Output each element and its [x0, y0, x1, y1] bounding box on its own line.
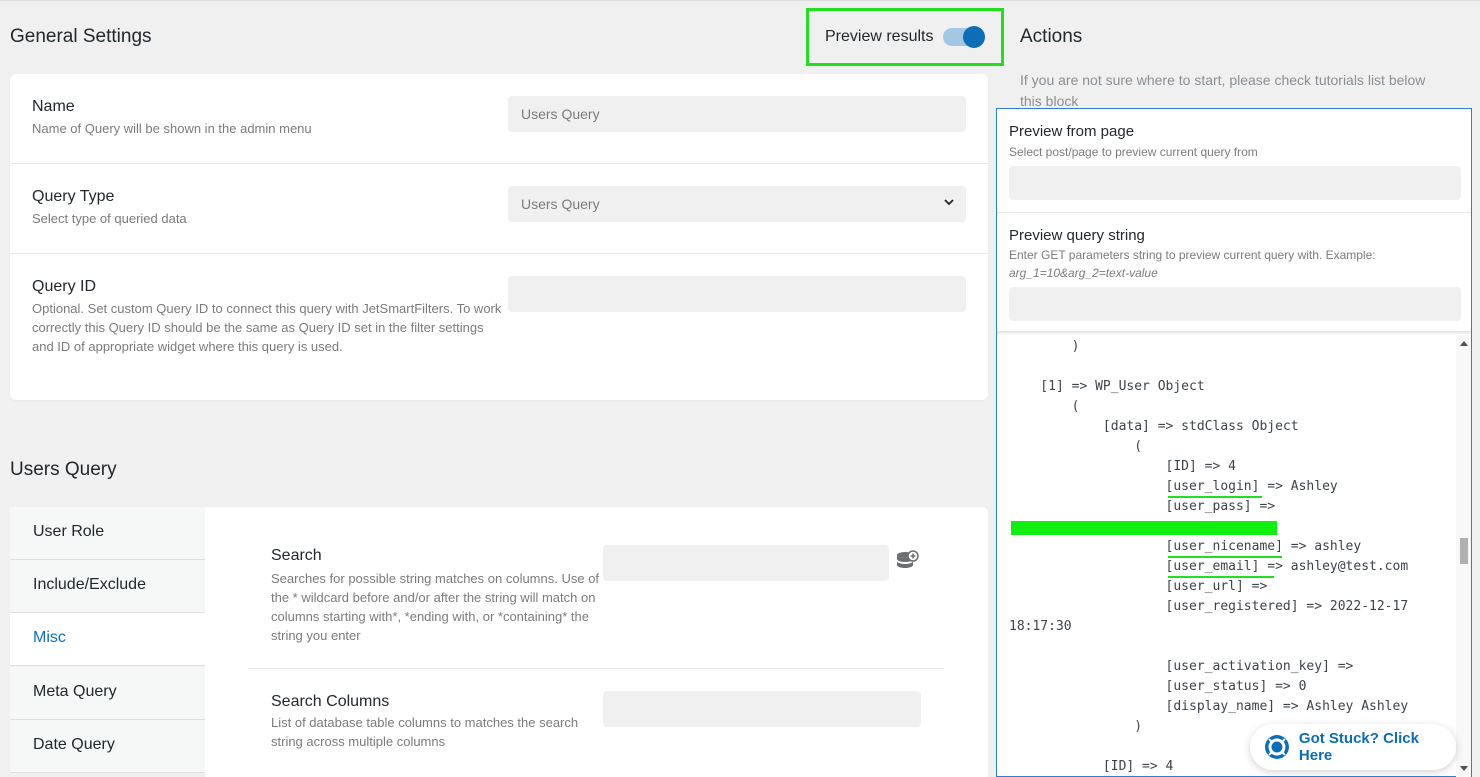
tab-misc[interactable]: Misc — [10, 613, 205, 666]
name-label: Name — [32, 98, 75, 115]
query-type-row: Query Type Select type of queried data U… — [10, 164, 988, 254]
preview-panel: Preview from page Select post/page to pr… — [996, 108, 1472, 777]
query-type-label: Query Type — [32, 188, 115, 205]
preview-results-control: Preview results — [806, 8, 1004, 66]
field-highlight — [1168, 576, 1274, 578]
preview-from-page-title: Preview from page — [1009, 123, 1135, 140]
query-id-input[interactable] — [508, 276, 966, 312]
tab-include-exclude[interactable]: Include/Exclude — [10, 560, 205, 613]
field-highlight — [1168, 556, 1282, 558]
code-line: [user_activation_key] => — [1009, 659, 1354, 674]
search-columns-input[interactable] — [603, 691, 921, 727]
code-line: ( — [1009, 399, 1080, 414]
tab-list: User Role Include/Exclude Misc Meta Quer… — [10, 507, 205, 777]
toggle-knob — [963, 26, 986, 48]
query-id-label: Query ID — [32, 278, 97, 295]
search-columns-description: List of database table columns to matche… — [271, 715, 579, 749]
code-line: [ID] => 4 — [1009, 459, 1236, 474]
search-columns-label: Search Columns — [271, 693, 390, 710]
preview-query-string-title: Preview query string — [1009, 227, 1145, 244]
query-id-description: Optional. Set custom Query ID to connect… — [32, 301, 502, 354]
name-row: Name Name of Query will be shown in the … — [10, 74, 988, 164]
tab-date-query[interactable]: Date Query — [10, 720, 205, 773]
query-type-description: Select type of queried data — [32, 211, 187, 226]
code-line: [1] => WP_User Object — [1009, 379, 1205, 394]
preview-results-label: Preview results — [825, 28, 934, 45]
query-string-desc-text: Enter GET parameters string to preview c… — [1009, 248, 1376, 262]
lifebuoy-icon — [1264, 735, 1289, 759]
scroll-down-icon[interactable] — [1460, 766, 1468, 771]
code-line: ( — [1009, 439, 1143, 454]
code-line: [user_status] => 0 — [1009, 679, 1307, 694]
code-line: [user_pass] => — [1009, 499, 1276, 514]
code-line: [user_email] => ashley@test.com — [1009, 559, 1409, 574]
top-divider — [0, 0, 1480, 1]
users-query-title: Users Query — [10, 459, 117, 480]
general-settings-title: General Settings — [10, 26, 152, 47]
query-string-example: arg_1=10&arg_2=text-value — [1009, 266, 1158, 280]
code-line: [user_login] => Ashley — [1009, 479, 1338, 494]
preview-scrollbar[interactable] — [1456, 335, 1471, 777]
name-input[interactable]: Users Query — [508, 96, 966, 132]
code-line: [data] => stdClass Object — [1009, 419, 1299, 434]
code-line: ) — [1009, 339, 1080, 354]
preview-page-select[interactable] — [1009, 166, 1461, 200]
chevron-down-icon — [944, 199, 954, 206]
code-line: [user_nicename] => ashley — [1009, 539, 1362, 554]
query-id-row: Query ID Optional. Set custom Query ID t… — [10, 254, 988, 400]
preview-divider — [997, 212, 1471, 213]
preview-query-string-input[interactable] — [1009, 287, 1461, 321]
code-line: [ID] => 4 — [1009, 759, 1174, 774]
preview-results-toggle[interactable] — [943, 26, 986, 48]
got-stuck-label: Got Stuck? Click Here — [1298, 730, 1419, 764]
panel-shadow — [997, 331, 1471, 335]
general-settings-card: Name Name of Query will be shown in the … — [10, 74, 988, 400]
fields-divider — [248, 668, 944, 669]
actions-title: Actions — [1020, 26, 1083, 47]
preview-from-page-description: Select post/page to preview current quer… — [1009, 145, 1258, 159]
query-type-select[interactable]: Users Query — [508, 186, 966, 222]
scroll-up-icon[interactable] — [1460, 341, 1468, 346]
actions-description: If you are not sure where to start, plea… — [1020, 72, 1426, 109]
redacted-password — [1011, 521, 1277, 535]
tab-meta-query[interactable]: Meta Query — [10, 667, 205, 720]
code-line: [display_name] => Ashley Ashley — [1009, 699, 1409, 714]
code-line: [user_registered] => 2022-12-17 — [1009, 599, 1409, 614]
got-stuck-button[interactable]: Got Stuck? Click Here — [1250, 724, 1456, 770]
field-highlight — [1168, 496, 1262, 498]
code-line: ) — [1009, 719, 1143, 734]
users-query-panel: User Role Include/Exclude Misc Meta Quer… — [10, 507, 988, 777]
code-line: 18:17:30 — [1009, 619, 1072, 634]
database-add-icon[interactable] — [895, 550, 919, 572]
name-description: Name of Query will be shown in the admin… — [32, 121, 312, 136]
preview-query-string-description: Enter GET parameters string to preview c… — [1009, 246, 1449, 282]
search-label: Search — [271, 547, 322, 564]
scroll-thumb[interactable] — [1460, 538, 1468, 564]
search-input[interactable] — [603, 545, 889, 581]
code-line: [user_url] => — [1009, 579, 1268, 594]
query-type-value: Users Query — [521, 196, 600, 212]
tab-user-role[interactable]: User Role — [10, 507, 205, 560]
preview-output: ) [1] => WP_User Object ( [data] => stdC… — [997, 335, 1455, 777]
search-description: Searches for possible string matches on … — [271, 571, 600, 643]
